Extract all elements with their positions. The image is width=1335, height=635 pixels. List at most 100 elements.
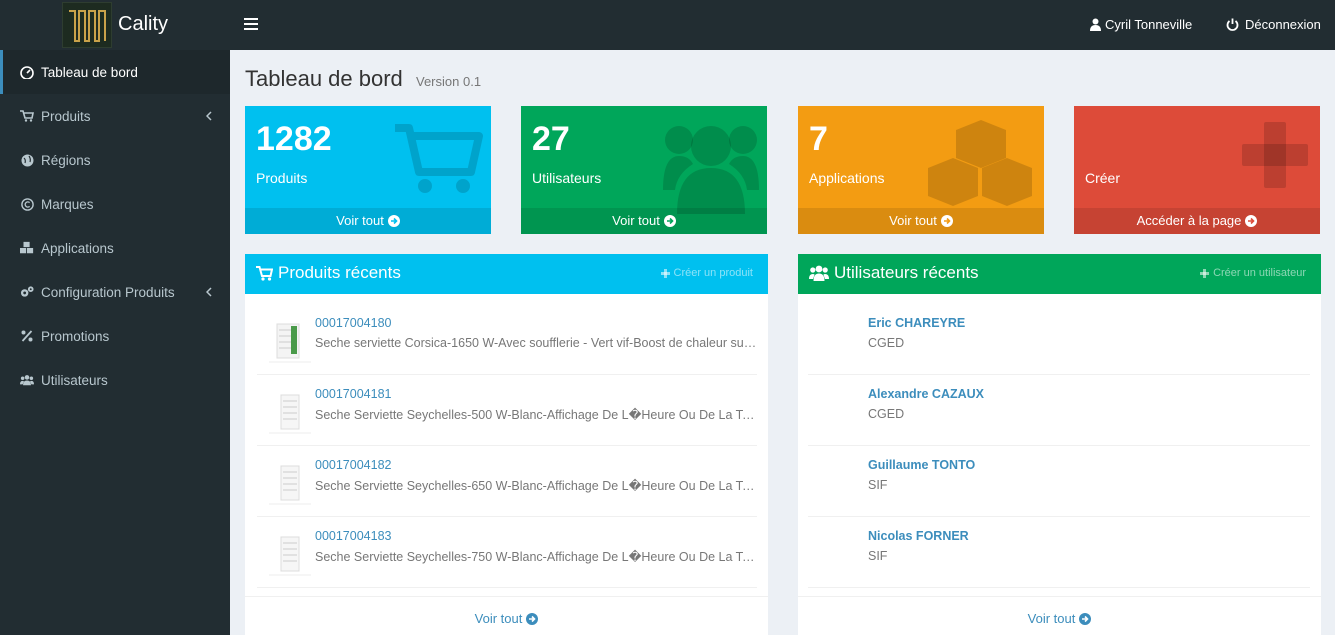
product-code-link[interactable]: 00017004181 bbox=[315, 387, 391, 401]
stat-link-label: Voir tout bbox=[612, 213, 660, 228]
product-row[interactable]: 00017004182 Seche Serviette Seychelles-6… bbox=[257, 446, 757, 517]
product-thumbnail bbox=[267, 393, 313, 435]
copyright-icon bbox=[20, 197, 34, 211]
sidebar-item-label: Produits bbox=[41, 108, 91, 124]
stat-label: Applications bbox=[809, 170, 885, 186]
user-row[interactable]: Nicolas FORNER SIF bbox=[808, 517, 1310, 588]
user-organization: SIF bbox=[868, 549, 888, 563]
create-user-label: Créer un utilisateur bbox=[1213, 267, 1306, 279]
sidebar-item-label: Applications bbox=[41, 240, 114, 256]
stat-footer-link[interactable]: Accéder à la page bbox=[1074, 208, 1320, 234]
cart-icon bbox=[20, 109, 34, 123]
arrow-circle-right-icon bbox=[526, 612, 539, 625]
stat-link-label: Accéder à la page bbox=[1136, 213, 1242, 228]
percent-icon bbox=[20, 329, 34, 343]
page-title: Tableau de bord bbox=[245, 66, 403, 91]
product-description: Seche serviette Corsica-1650 W-Avec souf… bbox=[315, 336, 757, 350]
arrow-circle-right-icon bbox=[940, 215, 953, 227]
product-thumbnail bbox=[267, 464, 313, 506]
user-name-link[interactable]: Guillaume TONTO bbox=[868, 458, 975, 472]
users-icon bbox=[809, 265, 829, 281]
user-name: Cyril Tonneville bbox=[1105, 17, 1193, 32]
sidebar-item-label: Tableau de bord bbox=[41, 64, 138, 80]
view-all-label: Voir tout bbox=[474, 611, 523, 626]
sidebar-item-utilisateurs[interactable]: Utilisateurs bbox=[0, 358, 230, 402]
logout-button[interactable]: Déconnexion bbox=[1226, 17, 1321, 32]
user-icon bbox=[1090, 18, 1101, 31]
stat-label: Créer bbox=[1085, 170, 1121, 186]
top-navbar: Cality Cyril Tonneville Déconnexion bbox=[0, 0, 1335, 50]
users-icon bbox=[663, 120, 759, 217]
product-thumbnail bbox=[267, 535, 313, 577]
sidebar-item-label: Régions bbox=[41, 152, 91, 168]
user-organization: CGED bbox=[868, 336, 905, 350]
chevron-left-icon bbox=[205, 109, 212, 124]
brand[interactable]: Cality bbox=[0, 0, 230, 50]
stat-footer-link[interactable]: Voir tout bbox=[798, 208, 1044, 234]
product-row[interactable]: 00017004183 Seche Serviette Seychelles-7… bbox=[257, 517, 757, 588]
app-name: Cality bbox=[118, 13, 169, 35]
box-title: Utilisateurs récents bbox=[809, 263, 979, 283]
view-all-users-link[interactable]: Voir tout bbox=[798, 596, 1321, 635]
product-code-link[interactable]: 00017004182 bbox=[315, 458, 391, 472]
arrow-circle-right-icon bbox=[663, 215, 676, 227]
user-menu[interactable]: Cyril Tonneville bbox=[1090, 17, 1192, 32]
sidebar-item-applications[interactable]: Applications bbox=[0, 226, 230, 270]
stat-footer-link[interactable]: Voir tout bbox=[521, 208, 767, 234]
power-icon bbox=[1226, 18, 1239, 31]
stat-box-utilisateurs: 27 Utilisateurs Voir tout bbox=[521, 106, 767, 234]
user-name-link[interactable]: Eric CHAREYRE bbox=[868, 316, 965, 330]
user-organization: CGED bbox=[868, 407, 905, 421]
stat-box-applications: 7 Applications Voir tout bbox=[798, 106, 1044, 234]
sidebar-item-produits[interactable]: Produits bbox=[0, 94, 230, 138]
globe-icon bbox=[20, 153, 34, 167]
sidebar-item-label: Configuration Produits bbox=[41, 284, 175, 300]
box-title-label: Produits récents bbox=[278, 263, 401, 282]
sidebar-item-promotions[interactable]: Promotions bbox=[0, 314, 230, 358]
user-name-link[interactable]: Alexandre CAZAUX bbox=[868, 387, 984, 401]
view-all-label: Voir tout bbox=[1027, 611, 1076, 626]
create-product-button[interactable]: Créer un produit bbox=[660, 267, 753, 279]
stat-footer-link[interactable]: Voir tout bbox=[245, 208, 491, 234]
menu-toggle-icon[interactable] bbox=[244, 18, 258, 30]
app-logo bbox=[62, 2, 112, 48]
sidebar-item-tableau-de-bord[interactable]: Tableau de bord bbox=[0, 50, 230, 94]
product-thumbnail bbox=[267, 322, 313, 364]
product-row[interactable]: 00017004180 Seche serviette Corsica-1650… bbox=[257, 304, 757, 375]
sidebar-item-configuration-produits[interactable]: Configuration Produits bbox=[0, 270, 230, 314]
product-row[interactable]: 00017004181 Seche Serviette Seychelles-5… bbox=[257, 375, 757, 446]
sidebar-item-regions[interactable]: Régions bbox=[0, 138, 230, 182]
arrow-circle-right-icon bbox=[1245, 215, 1258, 227]
plus-icon bbox=[1200, 268, 1210, 278]
logout-label: Déconnexion bbox=[1245, 17, 1321, 32]
users-icon bbox=[20, 373, 34, 387]
stat-link-label: Voir tout bbox=[336, 213, 384, 228]
stat-box-creer: Créer Accéder à la page bbox=[1074, 106, 1320, 234]
cart-icon bbox=[395, 120, 483, 199]
user-name-link[interactable]: Nicolas FORNER bbox=[868, 529, 969, 543]
product-code-link[interactable]: 00017004180 bbox=[315, 316, 391, 330]
box-title: Produits récents bbox=[256, 263, 401, 283]
user-row[interactable]: Alexandre CAZAUX CGED bbox=[808, 375, 1310, 446]
stat-box-produits: 1282 Produits Voir tout bbox=[245, 106, 491, 234]
sidebar-item-label: Utilisateurs bbox=[41, 372, 108, 388]
stat-label: Produits bbox=[256, 170, 308, 186]
plus-icon bbox=[660, 268, 670, 278]
user-row[interactable]: Eric CHAREYRE CGED bbox=[808, 304, 1310, 375]
view-all-products-link[interactable]: Voir tout bbox=[245, 596, 768, 635]
stat-value: 27 bbox=[532, 120, 570, 158]
stat-link-label: Voir tout bbox=[889, 213, 937, 228]
box-header: Utilisateurs récents Créer un utilisateu… bbox=[798, 254, 1321, 294]
recent-products-box: Produits récents Créer un produit 000170… bbox=[245, 254, 768, 635]
cart-icon bbox=[256, 265, 273, 281]
page-subtitle: Version 0.1 bbox=[416, 74, 482, 89]
user-organization: SIF bbox=[868, 478, 888, 492]
product-description: Seche Serviette Seychelles-650 W-Blanc-A… bbox=[315, 479, 757, 493]
product-description: Seche Serviette Seychelles-500 W-Blanc-A… bbox=[315, 408, 757, 422]
create-user-button[interactable]: Créer un utilisateur bbox=[1200, 267, 1306, 279]
recent-users-box: Utilisateurs récents Créer un utilisateu… bbox=[798, 254, 1321, 635]
dashboard-icon bbox=[20, 65, 34, 79]
user-row[interactable]: Guillaume TONTO SIF bbox=[808, 446, 1310, 517]
product-code-link[interactable]: 00017004183 bbox=[315, 529, 391, 543]
sidebar-item-marques[interactable]: Marques bbox=[0, 182, 230, 226]
